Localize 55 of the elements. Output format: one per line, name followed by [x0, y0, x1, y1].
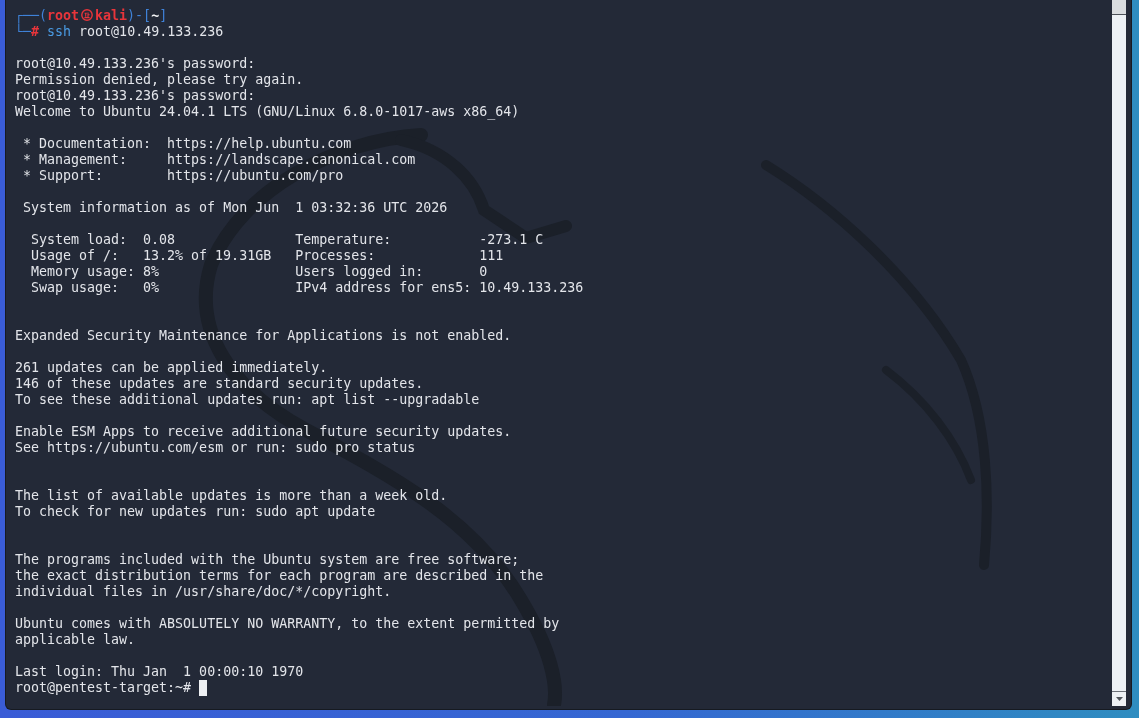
- output-line: 261 updates can be applied immediately.: [15, 360, 328, 375]
- output-line: Last login: Thu Jan 1 00:00:10 1970: [15, 664, 304, 679]
- output-line: Permission denied, please try again.: [15, 72, 304, 87]
- prompt-frame: └─: [15, 24, 31, 39]
- stat-value: 8%: [143, 264, 160, 280]
- output-line: individual files in /usr/share/doc/*/copyright.: [15, 584, 392, 599]
- stat-value: 0: [479, 264, 488, 280]
- output-line: the exact distribution terms for each program are described in the: [15, 568, 544, 583]
- stat-value: -273.1 C: [479, 232, 544, 248]
- scroll-down-button[interactable]: [1112, 691, 1126, 706]
- output-line: Expanded Security Maintenance for Applications is not enabled.: [15, 328, 512, 343]
- stat-value: 0.08: [143, 232, 176, 248]
- stat-value: 10.49.133.236: [479, 280, 584, 296]
- stat-label: Swap usage:: [31, 280, 120, 296]
- stat-label: Users logged in:: [295, 264, 424, 280]
- output-line: Enable ESM Apps to receive additional future security updates.: [15, 424, 512, 439]
- stat-value: 111: [479, 248, 504, 264]
- output-line: root@10.49.133.236's password:: [15, 88, 256, 103]
- stat-value: 0%: [143, 280, 160, 296]
- command-argument: root@10.49.133.236: [79, 24, 224, 39]
- output-line: To check for new updates run: sudo apt update: [15, 504, 376, 519]
- stat-value: 13.2% of 19.31GB: [143, 248, 272, 264]
- output-line: applicable law.: [15, 632, 136, 647]
- down-arrow-icon: [1115, 697, 1123, 701]
- prompt-frame: ]: [159, 8, 168, 23]
- output-line: Welcome to Ubuntu 24.04.1 LTS (GNU/Linux 6.8.0-1017-aws x86_64): [15, 104, 520, 119]
- host-name: kali: [95, 8, 128, 23]
- url-text: https://ubuntu.com/pro: [167, 168, 344, 184]
- stat-label: System load:: [31, 232, 128, 248]
- command-name: ssh: [47, 24, 72, 39]
- info-label: * Documentation:: [23, 136, 152, 152]
- output-line: To see these additional updates run: apt list --upgradable: [15, 392, 480, 407]
- output-line: Ubuntu comes with ABSOLUTELY NO WARRANTY, to the extent permitted by: [15, 616, 560, 631]
- output-line: root@10.49.133.236's password:: [15, 56, 256, 71]
- stat-label: Temperature:: [295, 232, 392, 248]
- prompt-frame: ┌──(: [15, 8, 48, 23]
- output-line: System information as of Mon Jun 1 03:32:36 UTC 2026: [23, 200, 448, 215]
- info-label: * Support:: [23, 168, 104, 184]
- stat-label: Processes:: [295, 248, 376, 264]
- shell-prompt: root@pentest-target:~#: [15, 680, 192, 695]
- circled-mark-icon: [81, 9, 94, 21]
- url-text: https://help.ubuntu.com: [167, 136, 352, 152]
- prompt-symbol: #: [31, 24, 40, 39]
- user-name: root: [47, 8, 80, 23]
- info-label: * Management:: [23, 152, 128, 168]
- stat-label: IPv4 address for ens5:: [295, 280, 472, 296]
- stat-label: Memory usage:: [31, 264, 136, 280]
- output-line: 146 of these updates are standard security updates.: [15, 376, 424, 391]
- output-line: See https://ubuntu.com/esm or run: sudo pro status: [15, 440, 416, 455]
- prompt-frame: )-[: [127, 8, 152, 23]
- directory-name: ~: [151, 8, 160, 23]
- stat-label: Usage of /:: [31, 248, 120, 264]
- output-line: The programs included with the Ubuntu system are free software;: [15, 552, 520, 567]
- url-text: https://landscape.canonical.com: [167, 152, 416, 168]
- output-line: The list of available updates is more than a week old.: [15, 488, 448, 503]
